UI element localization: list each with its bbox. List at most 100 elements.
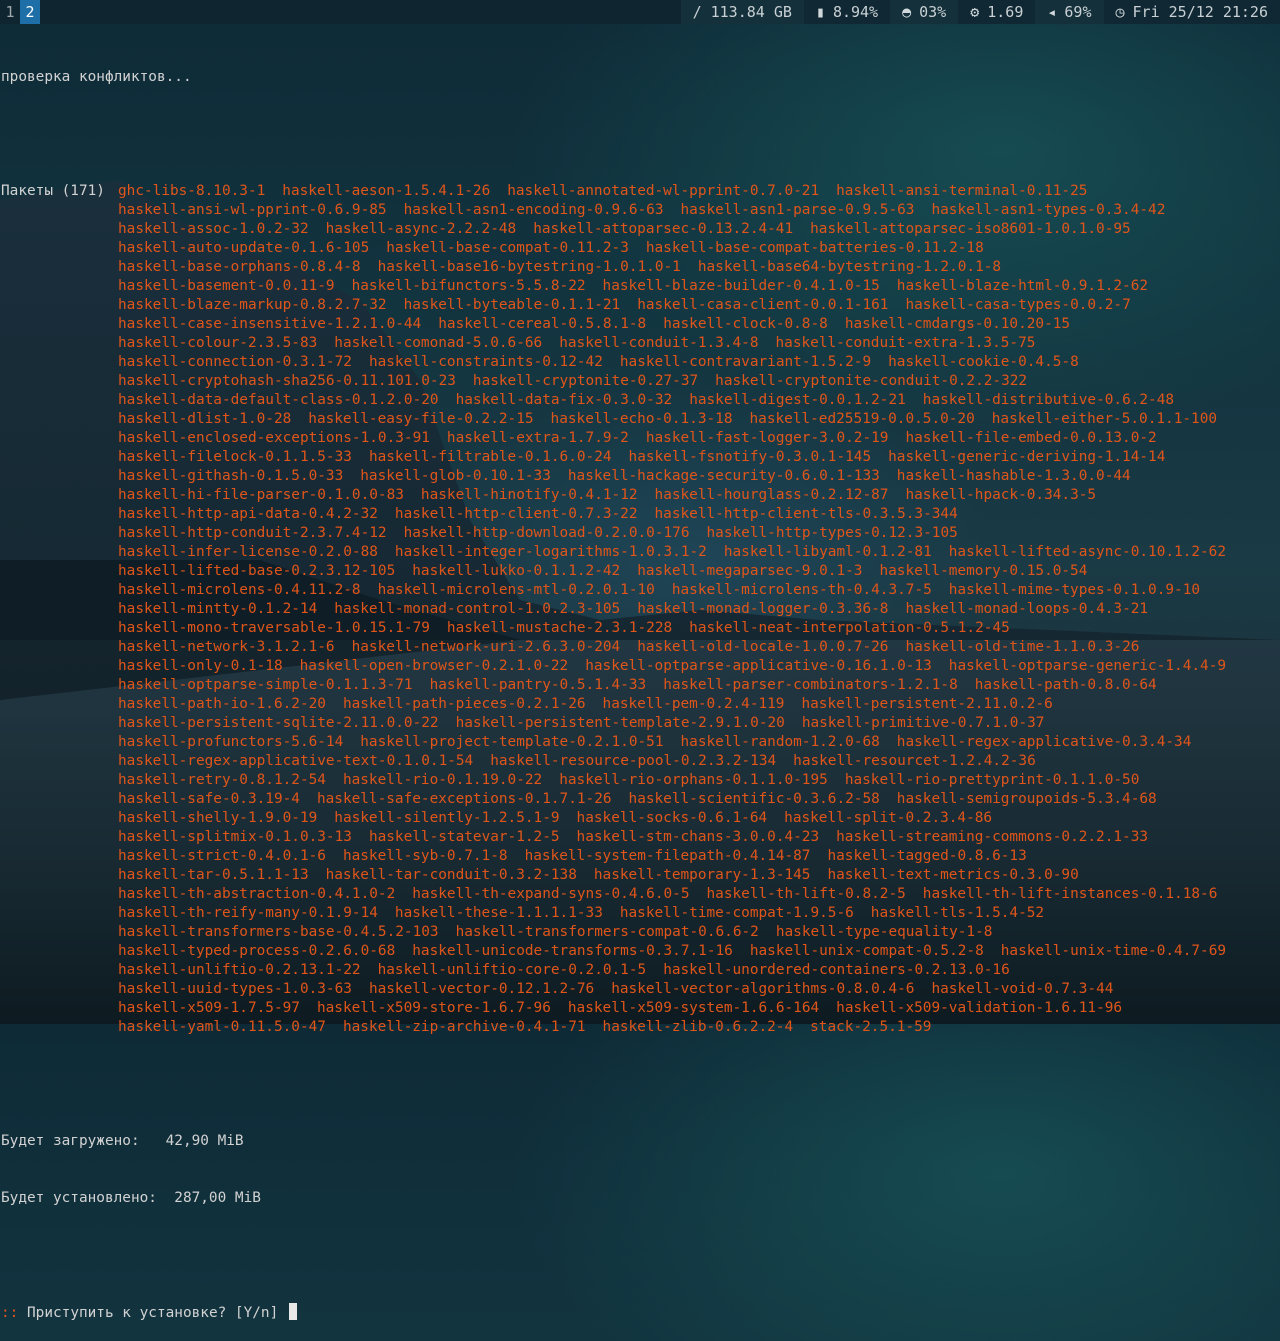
package-row: ghc-libs-8.10.3-1haskell-aeson-1.5.4.1-2… <box>118 182 1279 201</box>
package-name: haskell-zip-archive-0.4.1-71 <box>343 1019 586 1035</box>
package-name: haskell-fsnotify-0.3.0.1-145 <box>629 449 872 465</box>
package-name: haskell-cereal-0.5.8.1-8 <box>438 316 646 332</box>
package-row: haskell-persistent-sqlite-2.11.0.0-22has… <box>118 714 1279 733</box>
package-name: haskell-yaml-0.11.5.0-47 <box>118 1019 326 1035</box>
package-name: haskell-th-reify-many-0.1.9-14 <box>118 905 378 921</box>
package-row: haskell-http-api-data-0.4.2-32haskell-ht… <box>118 505 1279 524</box>
package-rows: ghc-libs-8.10.3-1haskell-aeson-1.5.4.1-2… <box>118 182 1279 1037</box>
package-name: haskell-monad-control-1.0.2.3-105 <box>334 601 620 617</box>
install-prompt-line[interactable]: :: Приступить к установке? [Y/n] <box>1 1303 1279 1322</box>
package-name: haskell-tar-0.5.1.1-13 <box>118 867 309 883</box>
package-name: haskell-data-default-class-0.1.2.0-20 <box>118 392 439 408</box>
package-row: haskell-path-io-1.6.2-20haskell-path-pie… <box>118 695 1279 714</box>
package-name: haskell-cookie-0.4.5-8 <box>888 354 1079 370</box>
package-name: haskell-text-metrics-0.3.0-90 <box>827 867 1078 883</box>
package-row: haskell-ansi-wl-pprint-0.6.9-85 haskell-a… <box>118 201 1279 220</box>
package-name: haskell-conduit-1.3.4-8 <box>559 335 758 351</box>
package-name: haskell-persistent-2.11.0.2-6 <box>801 696 1052 712</box>
package-name: haskell-filelock-0.1.1.5-33 <box>118 449 352 465</box>
package-row: haskell-connection-0.3.1-72haskell-const… <box>118 353 1279 372</box>
package-name: haskell-either-5.0.1.1-100 <box>992 411 1217 427</box>
package-name: haskell-unix-compat-0.5.2-8 <box>750 943 984 959</box>
package-name: haskell-optparse-simple-0.1.1.3-71 <box>118 677 413 693</box>
package-name: haskell-ansi-wl-pprint-0.6.9-85 <box>118 202 387 218</box>
package-row: haskell-mintty-0.1.2-14haskell-monad-con… <box>118 600 1279 619</box>
package-name: haskell-githash-0.1.5.0-33 <box>118 468 343 484</box>
package-name: haskell-network-3.1.2.1-6 <box>118 639 335 655</box>
package-name: haskell-blaze-markup-0.8.2.7-32 <box>118 297 387 313</box>
package-name: haskell-th-expand-syns-0.4.6.0-5 <box>412 886 689 902</box>
package-name: haskell-transformers-compat-0.6.6-2 <box>456 924 759 940</box>
package-name: haskell-basement-0.0.11-9 <box>118 278 335 294</box>
volume-status[interactable]: ◂69% <box>1035 0 1103 24</box>
package-row: haskell-data-default-class-0.1.2.0-20 has… <box>118 391 1279 410</box>
package-row: haskell-infer-license-0.2.0-88haskell-in… <box>118 543 1279 562</box>
package-name: haskell-distributive-0.6.2-48 <box>923 392 1174 408</box>
package-name: haskell-typed-process-0.2.6.0-68 <box>118 943 395 959</box>
package-name: haskell-asn1-parse-0.9.5-63 <box>681 202 915 218</box>
package-name: haskell-http-types-0.12.3-105 <box>707 525 958 541</box>
package-row: haskell-splitmix-0.1.0.3-13haskell-state… <box>118 828 1279 847</box>
package-name: haskell-pantry-0.5.1.4-33 <box>430 677 647 693</box>
package-row: haskell-profunctors-5.6-14haskell-projec… <box>118 733 1279 752</box>
package-name: haskell-mono-traversable-1.0.15.1-79 <box>118 620 430 636</box>
package-name: haskell-auto-update-0.1.6-105 <box>118 240 369 256</box>
package-name: haskell-time-compat-1.9.5-6 <box>620 905 854 921</box>
install-prompt: Приступить к установке? [Y/n] <box>27 1305 278 1321</box>
package-name: haskell-regex-applicative-0.3.4-34 <box>897 734 1192 750</box>
package-row: haskell-regex-applicative-text-0.1.0.1-5… <box>118 752 1279 771</box>
package-name: haskell-splitmix-0.1.0.3-13 <box>118 829 352 845</box>
package-name: haskell-conduit-extra-1.3.5-75 <box>776 335 1036 351</box>
package-name: haskell-primitive-0.7.1.0-37 <box>802 715 1045 731</box>
packages-label: Пакеты (171) <box>1 182 118 1037</box>
package-name: haskell-contravariant-1.5.2-9 <box>620 354 871 370</box>
download-label: Будет загружено: <box>1 1133 140 1149</box>
package-name: haskell-megaparsec-9.0.1-3 <box>637 563 862 579</box>
status-area: / 113.84 GB ▮8.94% ◓03% ⚙1.69 ◂69% ◷Fri … <box>681 0 1280 24</box>
cpu-status: ◓03% <box>890 0 958 24</box>
package-row: haskell-case-insensitive-1.2.1.0-44 haske… <box>118 315 1279 334</box>
package-name: haskell-hashable-1.3.0.0-44 <box>897 468 1131 484</box>
package-name: haskell-cryptonite-0.27-37 <box>473 373 698 389</box>
package-name: haskell-ansi-terminal-0.11-25 <box>836 183 1087 199</box>
package-name: haskell-persistent-template-2.9.1.0-20 <box>456 715 785 731</box>
package-row: haskell-only-0.1-18haskell-open-browser-… <box>118 657 1279 676</box>
package-row: haskell-network-3.1.2.1-6haskell-network… <box>118 638 1279 657</box>
package-name: haskell-dlist-1.0-28 <box>118 411 291 427</box>
clock-status: ◷Fri 25/12 21:26 <box>1104 0 1280 24</box>
package-name: haskell-byteable-0.1.1-21 <box>404 297 621 313</box>
package-name: haskell-tar-conduit-0.3.2-138 <box>326 867 577 883</box>
package-name: haskell-microlens-th-0.4.3.7-5 <box>672 582 932 598</box>
package-name: haskell-memory-0.15.0-54 <box>879 563 1087 579</box>
package-name: haskell-optparse-applicative-0.16.1.0-13 <box>585 658 932 674</box>
workspace-1-button[interactable]: 1 <box>0 0 20 24</box>
package-name: haskell-case-insensitive-1.2.1.0-44 <box>118 316 421 332</box>
top-status-bar: 1 2 / 113.84 GB ▮8.94% ◓03% ⚙1.69 ◂69% ◷… <box>0 0 1280 24</box>
package-name: haskell-zlib-0.6.2.2-4 <box>603 1019 794 1035</box>
package-name: haskell-filtrable-0.1.6.0-24 <box>369 449 612 465</box>
memory-value: 8.94% <box>833 3 878 21</box>
package-name: haskell-lifted-base-0.2.3.12-105 <box>118 563 395 579</box>
package-name: haskell-optparse-generic-1.4.4-9 <box>949 658 1226 674</box>
package-name: haskell-unliftio-0.2.13.1-22 <box>118 962 361 978</box>
package-name: haskell-extra-1.7.9-2 <box>447 430 629 446</box>
package-name: haskell-hourglass-0.2.12-87 <box>655 487 889 503</box>
package-name: haskell-connection-0.3.1-72 <box>118 354 352 370</box>
package-name: haskell-path-0.8.0-64 <box>975 677 1157 693</box>
download-size-line: Будет загружено: 42,90 MiB <box>1 1132 1279 1151</box>
load-value: 1.69 <box>987 3 1023 21</box>
package-name: haskell-base64-bytestring-1.2.0.1-8 <box>698 259 1001 275</box>
package-name: haskell-infer-license-0.2.0-88 <box>118 544 378 560</box>
package-name: haskell-attoparsec-0.13.2.4-41 <box>533 221 793 237</box>
speaker-icon: ◂ <box>1047 3 1056 21</box>
package-name: haskell-mustache-2.3.1-228 <box>447 620 672 636</box>
workspace-2-button[interactable]: 2 <box>20 0 40 24</box>
package-row: haskell-th-abstraction-0.4.1.0-2haskell-… <box>118 885 1279 904</box>
package-name: haskell-transformers-base-0.4.5.2-103 <box>118 924 439 940</box>
terminal-output[interactable]: проверка конфликтов... Пакеты (171) ghc-… <box>1 30 1279 1341</box>
package-name: haskell-path-io-1.6.2-20 <box>118 696 326 712</box>
package-name: haskell-socks-0.6.1-64 <box>577 810 768 826</box>
package-name: haskell-casa-types-0.0.2-7 <box>905 297 1130 313</box>
package-name: haskell-profunctors-5.6-14 <box>118 734 343 750</box>
package-name: haskell-data-fix-0.3.0-32 <box>456 392 673 408</box>
